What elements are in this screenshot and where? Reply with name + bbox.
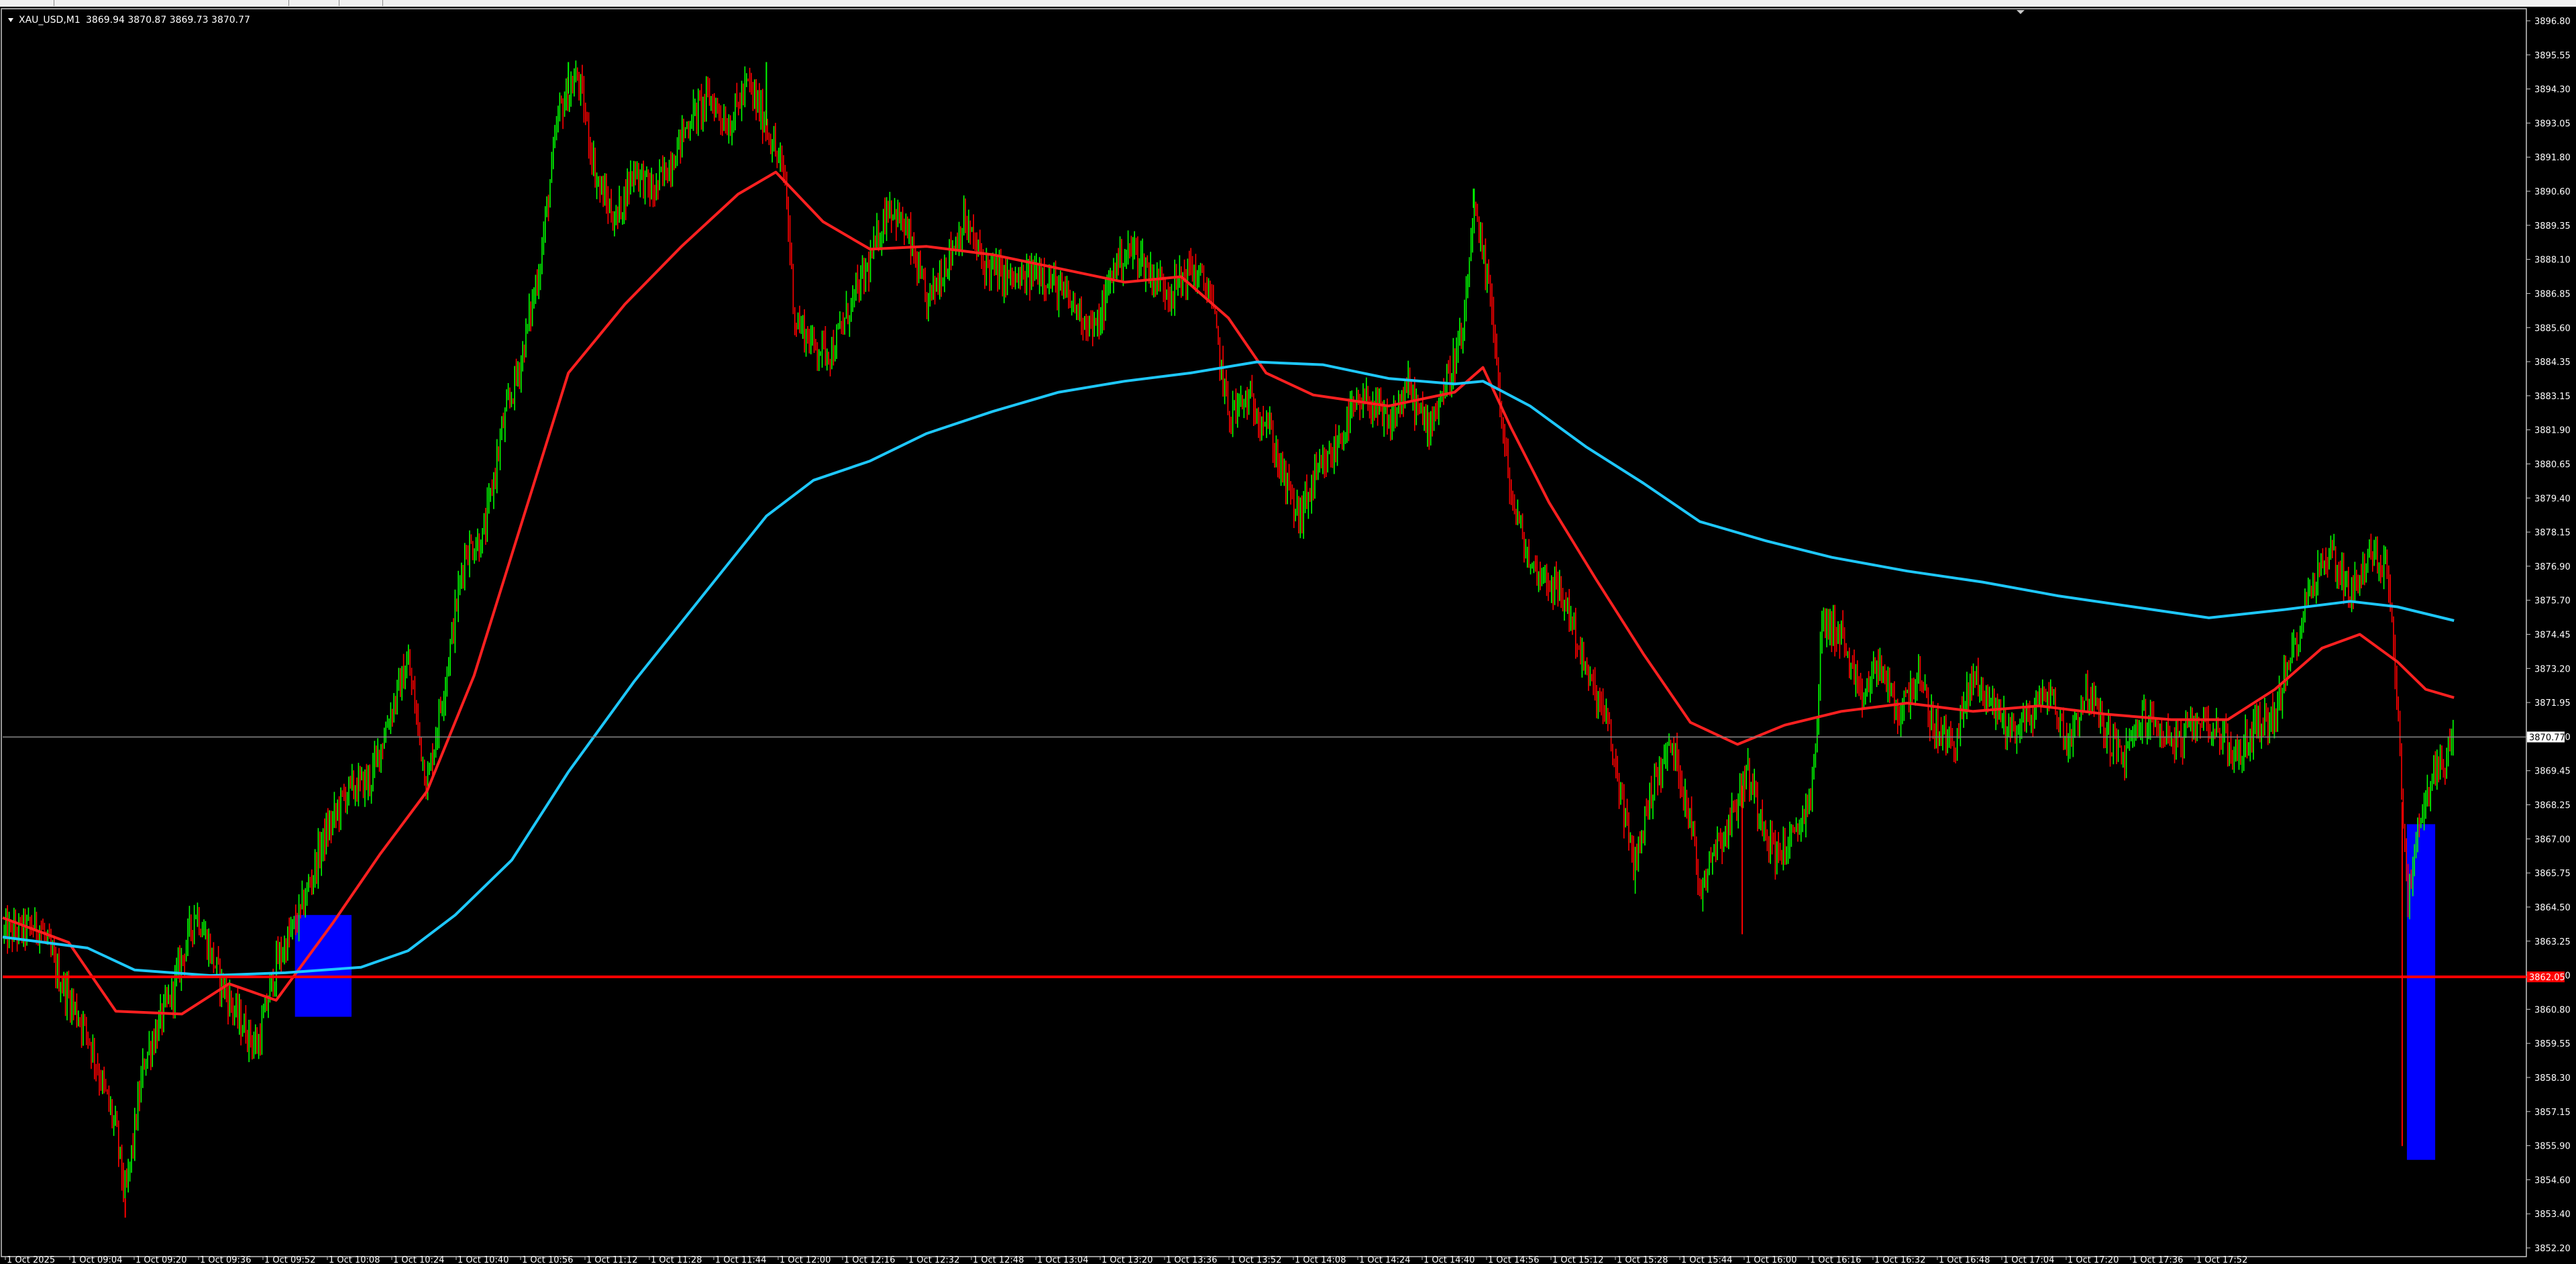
time-tick-label: 1 Oct 17:04 xyxy=(2003,1255,2054,1264)
time-tick-label: 1 Oct 14:08 xyxy=(1295,1255,1346,1264)
time-tick-label: 1 Oct 10:40 xyxy=(458,1255,508,1264)
tab-stub[interactable] xyxy=(299,0,339,6)
ohlc-readout: 3869.94 3870.87 3869.73 3870.77 xyxy=(86,15,250,25)
price-tick-label: 3893.05 xyxy=(2534,119,2571,129)
time-tick-label: 1 Oct 13:52 xyxy=(1230,1255,1281,1264)
chart-background xyxy=(0,7,2576,1264)
time-tick-label: 1 Oct 13:36 xyxy=(1166,1255,1217,1264)
price-tick-label: 3859.55 xyxy=(2534,1039,2571,1049)
price-tick-label: 3852.20 xyxy=(2534,1244,2571,1254)
time-tick-label: 1 Oct 09:52 xyxy=(264,1255,315,1264)
time-tick-label: 1 Oct 15:12 xyxy=(1552,1255,1603,1264)
price-tick-label: 3855.90 xyxy=(2534,1142,2571,1152)
tab-stub[interactable] xyxy=(349,0,383,6)
time-tick-label: 1 Oct 16:00 xyxy=(1746,1255,1796,1264)
price-tick-label: 3888.10 xyxy=(2534,256,2571,266)
time-tick-label: 1 Oct 16:16 xyxy=(1810,1255,1861,1264)
price-tick-label: 3878.15 xyxy=(2534,528,2571,538)
price-tick-label: 3863.25 xyxy=(2534,937,2571,947)
price-tick-label: 3890.60 xyxy=(2534,187,2571,197)
time-tick-label: 1 Oct 13:04 xyxy=(1037,1255,1088,1264)
tab-stub[interactable] xyxy=(268,0,289,6)
time-tick-label: 1 Oct 10:24 xyxy=(393,1255,444,1264)
level-price-label: 3862.05 xyxy=(2529,973,2565,983)
price-tick-label: 3857.15 xyxy=(2534,1108,2571,1118)
price-tick-label: 3896.80 xyxy=(2534,17,2571,27)
price-tick-label: 3868.25 xyxy=(2534,801,2571,811)
time-tick-label: 1 Oct 09:04 xyxy=(71,1255,122,1264)
time-tick-label: 1 Oct 11:44 xyxy=(715,1255,766,1264)
time-tick-label: 1 Oct 2025 xyxy=(7,1255,55,1264)
time-tick-label: 1 Oct 17:36 xyxy=(2132,1255,2183,1264)
price-tick-label: 3873.20 xyxy=(2534,664,2571,674)
time-tick-label: 1 Oct 09:36 xyxy=(200,1255,251,1264)
time-tick-label: 1 Oct 15:28 xyxy=(1617,1255,1668,1264)
price-tick-label: 3858.30 xyxy=(2534,1073,2571,1084)
price-tick-label: 3864.50 xyxy=(2534,903,2571,913)
time-tick-label: 1 Oct 17:52 xyxy=(2196,1255,2247,1264)
time-tick-label: 1 Oct 11:12 xyxy=(586,1255,637,1264)
current-price-marker: 3870.77 xyxy=(2527,731,2565,743)
price-tick-label: 3879.40 xyxy=(2534,494,2571,504)
time-tick-label: 1 Oct 12:48 xyxy=(973,1255,1024,1264)
price-tick-label: 3894.30 xyxy=(2534,85,2571,95)
time-tick-label: 1 Oct 13:20 xyxy=(1102,1255,1152,1264)
price-tick-label: 3860.80 xyxy=(2534,1005,2571,1015)
price-tick-label: 3884.35 xyxy=(2534,358,2571,368)
price-tick-label: 3881.90 xyxy=(2534,426,2571,436)
time-tick-label: 1 Oct 10:56 xyxy=(522,1255,573,1264)
price-tick-label: 3867.00 xyxy=(2534,835,2571,845)
price-tick-label: 3876.90 xyxy=(2534,562,2571,572)
time-tick-label: 1 Oct 14:24 xyxy=(1359,1255,1410,1264)
time-tick-label: 1 Oct 12:00 xyxy=(780,1255,830,1264)
time-tick-label: 1 Oct 15:44 xyxy=(1681,1255,1732,1264)
price-tick-label: 3891.80 xyxy=(2534,153,2571,163)
symbol-label: XAU_USD,M1 xyxy=(19,15,80,25)
price-tick-label: 3853.40 xyxy=(2534,1210,2571,1220)
time-tick-label: 1 Oct 14:56 xyxy=(1488,1255,1539,1264)
price-chart[interactable]: 3896.80 3895.55 3894.30 3893.05 3891.80 3890.… xyxy=(0,7,2576,1264)
time-tick-label: 1 Oct 12:32 xyxy=(908,1255,959,1264)
price-tick-label: 3865.75 xyxy=(2534,869,2571,879)
price-tick-label: 3886.85 xyxy=(2534,289,2571,299)
time-axis: 1 Oct 2025 1 Oct 09:04 1 Oct 09:20 1 Oct 09… xyxy=(5,1255,2247,1264)
price-tick-label: 3875.70 xyxy=(2534,596,2571,607)
price-tick-label: 3854.60 xyxy=(2534,1175,2571,1186)
current-price-label: 3870.77 xyxy=(2529,733,2565,743)
highlight-zone[interactable] xyxy=(294,914,352,1017)
price-tick-label: 3889.35 xyxy=(2534,221,2571,231)
time-tick-label: 1 Oct 16:32 xyxy=(1874,1255,1925,1264)
price-tick-label: 3883.15 xyxy=(2534,392,2571,402)
time-tick-label: 1 Oct 09:20 xyxy=(136,1255,186,1264)
chart-header: XAU_USD,M1 3869.94 3870.87 3869.73 3870.… xyxy=(8,15,250,25)
time-tick-label: 1 Oct 14:40 xyxy=(1424,1255,1474,1264)
level-price-marker: 3862.05 xyxy=(2527,971,2565,983)
price-tick-label: 3895.55 xyxy=(2534,51,2571,61)
time-tick-label: 1 Oct 11:28 xyxy=(651,1255,702,1264)
time-tick-label: 1 Oct 17:20 xyxy=(2068,1255,2118,1264)
time-tick-label: 1 Oct 16:48 xyxy=(1939,1255,1990,1264)
price-tick-label: 3880.65 xyxy=(2534,460,2571,470)
price-tick-label: 3869.45 xyxy=(2534,767,2571,777)
tab-stub[interactable] xyxy=(0,0,54,6)
time-tick-label: 1 Oct 12:16 xyxy=(844,1255,895,1264)
price-tick-label: 3871.95 xyxy=(2534,698,2571,708)
price-tick-label: 3885.60 xyxy=(2534,323,2571,333)
price-tick-label: 3874.45 xyxy=(2534,631,2571,641)
time-tick-label: 1 Oct 10:08 xyxy=(329,1255,380,1264)
